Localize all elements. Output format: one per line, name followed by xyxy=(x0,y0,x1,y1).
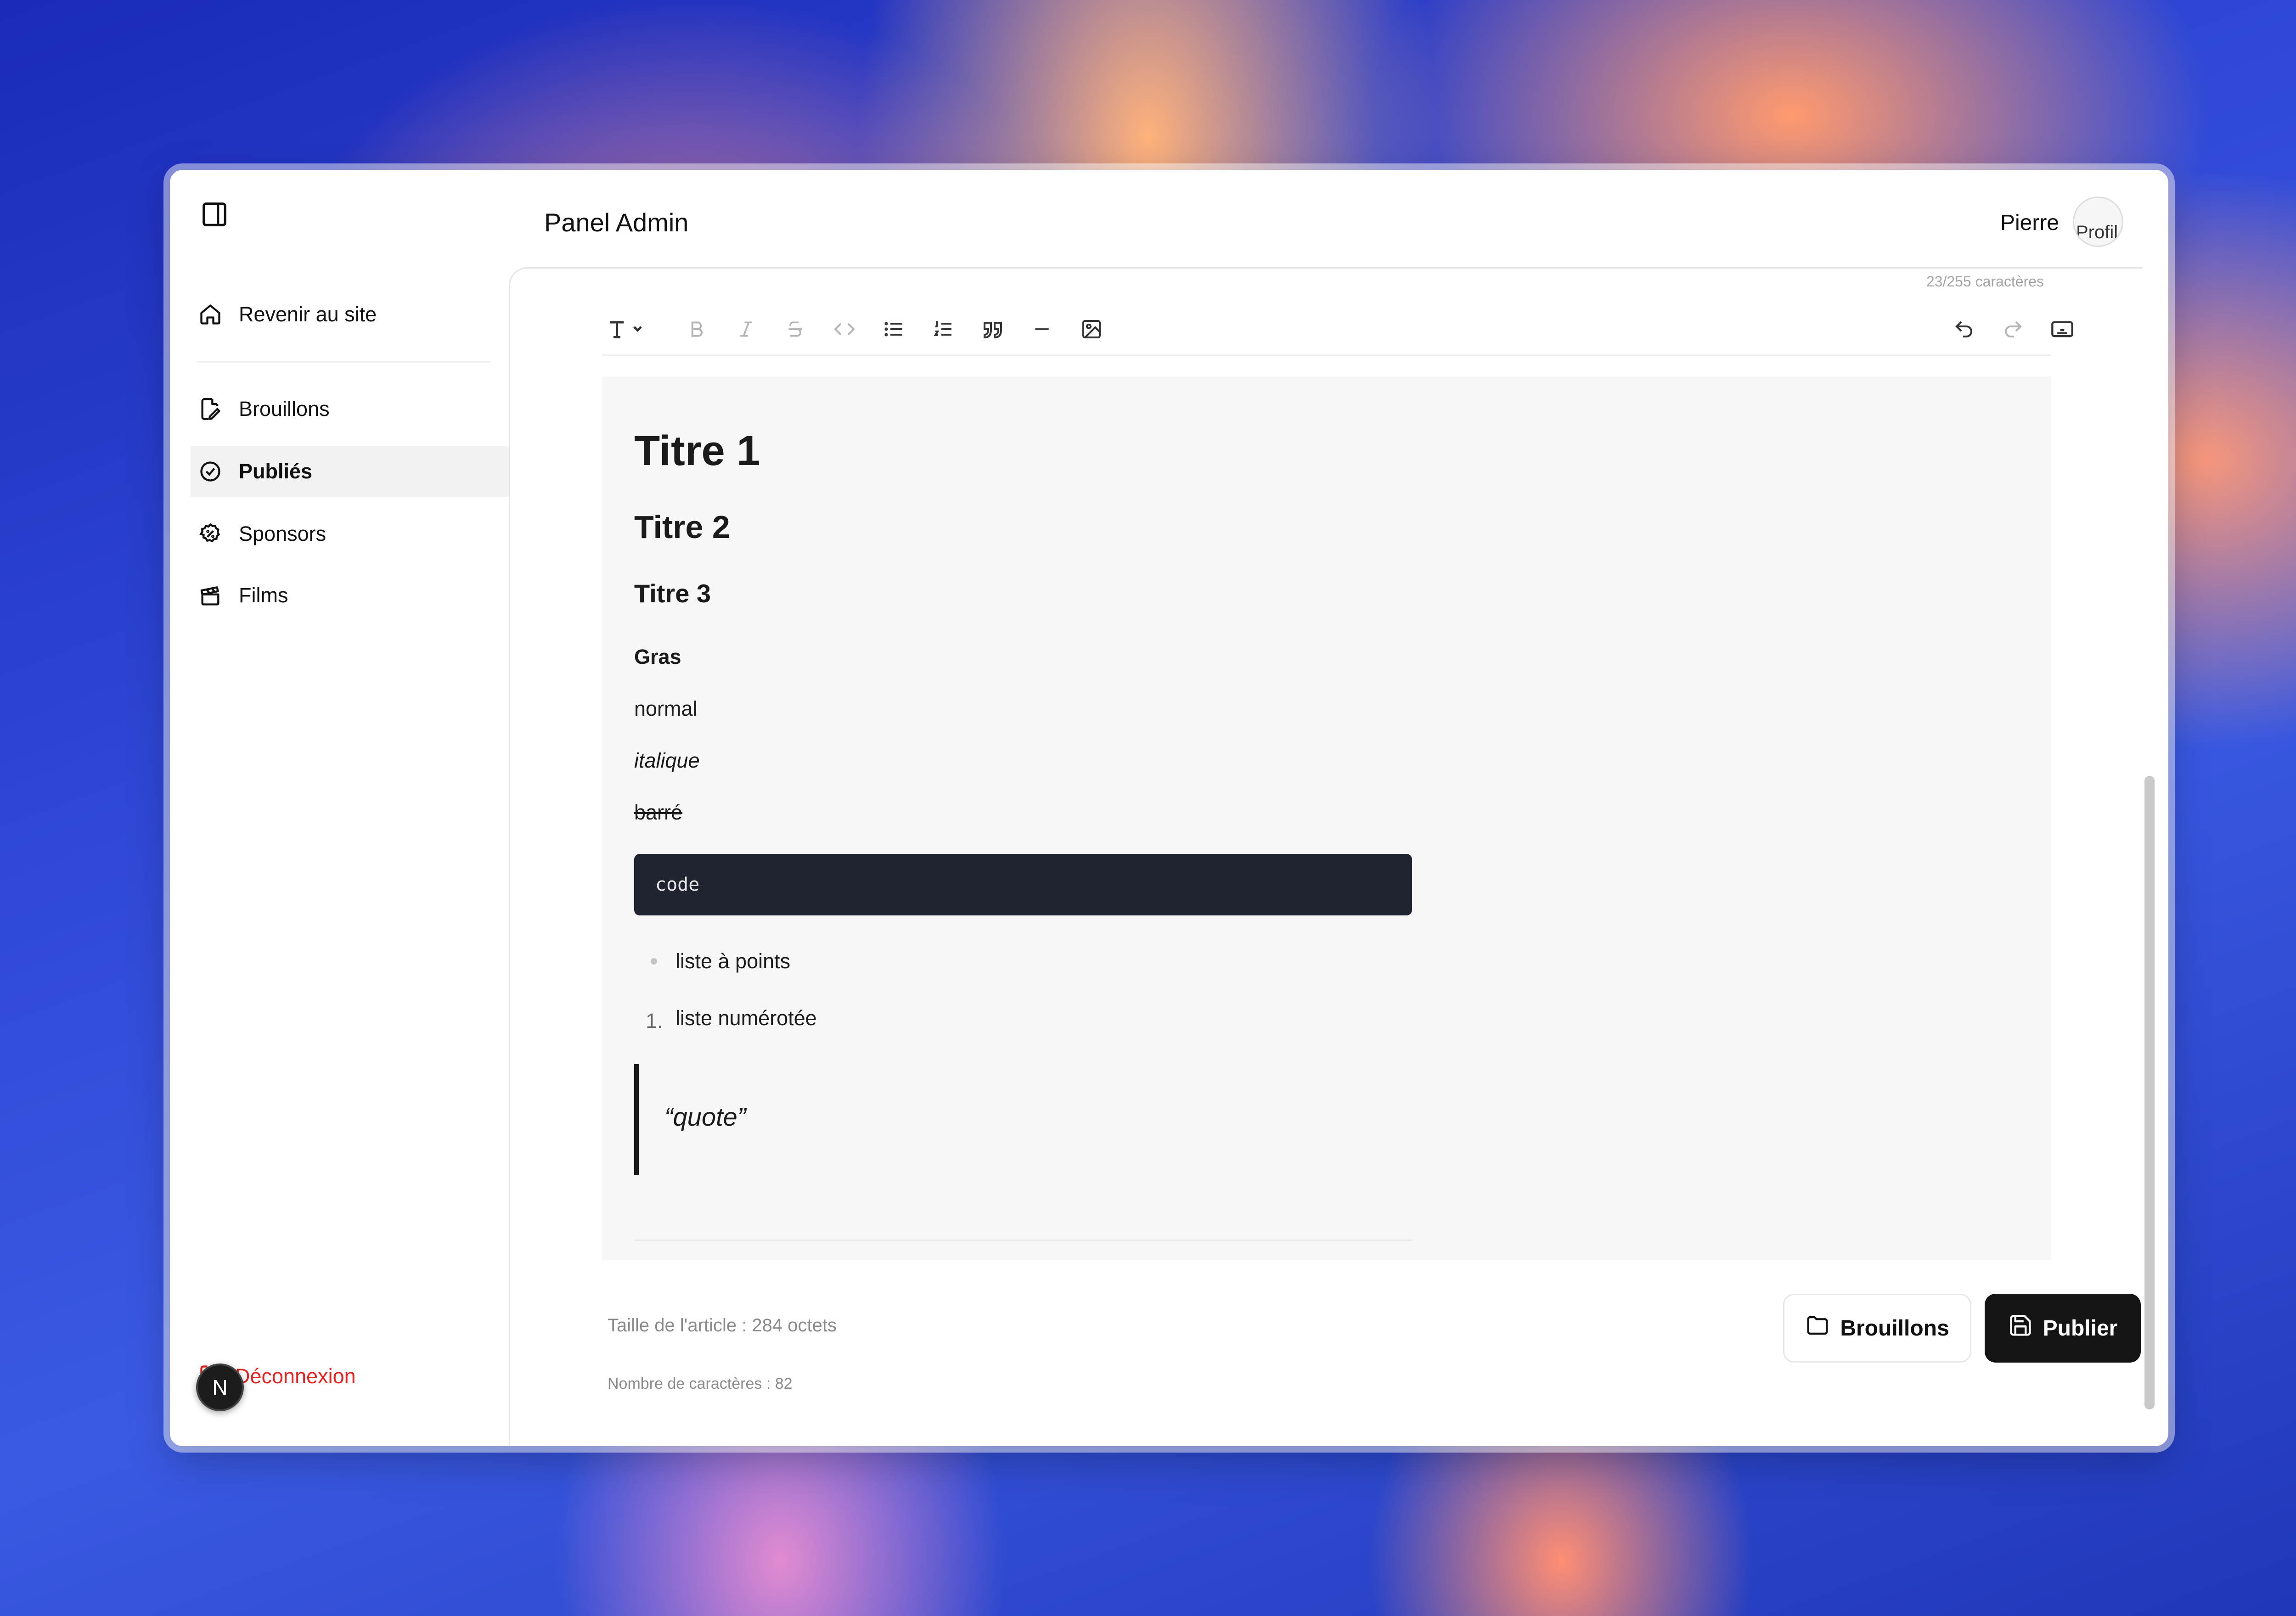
italic-icon[interactable] xyxy=(730,313,763,346)
bold-paragraph: Gras xyxy=(634,645,681,668)
clapperboard-icon xyxy=(197,583,223,608)
strike-paragraph: barré xyxy=(634,801,683,824)
sidebar: Revenir au site Brouillons Publiés Spons… xyxy=(170,170,509,1446)
save-draft-label: Brouillons xyxy=(1840,1316,1949,1341)
redo-icon[interactable] xyxy=(1997,313,2030,346)
blockquote-bar xyxy=(634,1064,639,1175)
home-icon xyxy=(197,302,223,327)
blockquote-icon[interactable] xyxy=(976,313,1009,346)
undo-icon[interactable] xyxy=(1947,313,1981,346)
folder-icon xyxy=(1805,1313,1830,1343)
sidebar-item-label: Publiés xyxy=(239,460,313,483)
publish-label: Publier xyxy=(2043,1316,2118,1341)
ordered-list-icon[interactable] xyxy=(927,313,960,346)
badge-percent-icon xyxy=(197,521,223,547)
bullet-list-icon[interactable] xyxy=(878,313,911,346)
main-panel: 23/255 caractères Titre 1 Titre 2 Titre … xyxy=(509,267,2143,1446)
heading-2: Titre 2 xyxy=(634,509,730,545)
sidebar-item-drafts[interactable]: Brouillons xyxy=(197,384,509,434)
sidebar-divider xyxy=(197,361,490,363)
bold-icon[interactable] xyxy=(680,313,713,346)
normal-paragraph: normal xyxy=(634,697,698,720)
sidebar-item-sponsors[interactable]: Sponsors xyxy=(197,509,509,559)
app-window: Revenir au site Brouillons Publiés Spons… xyxy=(170,170,2168,1446)
page-title: Panel Admin xyxy=(544,208,689,237)
bullet-list-item: liste à points xyxy=(675,949,791,973)
code-icon[interactable] xyxy=(828,313,861,346)
scrollbar[interactable] xyxy=(2144,776,2155,1409)
sidebar-item-label: Sponsors xyxy=(239,522,326,545)
strikethrough-icon[interactable] xyxy=(779,313,812,346)
character-count: Nombre de caractères : 82 xyxy=(608,1375,793,1392)
horizontal-rule-icon[interactable] xyxy=(1025,313,1058,346)
file-edit-icon xyxy=(197,396,223,422)
ordered-list-item: liste numérotée xyxy=(675,1006,817,1030)
italic-paragraph: italique xyxy=(634,749,700,772)
character-limit: 23/255 caractères xyxy=(1926,273,2044,290)
logout-label: Déconnexion xyxy=(235,1364,356,1388)
sidebar-item-published[interactable]: Publiés xyxy=(191,446,509,497)
editor-content[interactable]: Titre 1 Titre 2 Titre 3 Gras normal ital… xyxy=(602,376,2051,1260)
editor-toolbar xyxy=(602,305,2073,356)
publish-button[interactable]: Publier xyxy=(1985,1294,2141,1363)
ordered-list-number: 1. xyxy=(646,1009,663,1032)
dev-tools-badge[interactable]: N xyxy=(196,1364,244,1411)
text-style-dropdown[interactable] xyxy=(602,313,653,346)
save-draft-button[interactable]: Brouillons xyxy=(1783,1294,1971,1363)
horizontal-rule xyxy=(634,1240,1412,1241)
avatar[interactable]: Profil xyxy=(2073,196,2123,247)
blockquote-text: “quote” xyxy=(664,1102,746,1131)
save-icon xyxy=(2008,1313,2033,1343)
sidebar-item-label: Films xyxy=(239,584,288,607)
image-icon[interactable] xyxy=(1075,313,1108,346)
sidebar-item-back-to-site[interactable]: Revenir au site xyxy=(197,289,509,340)
sidebar-item-label: Revenir au site xyxy=(239,303,377,326)
keyboard-icon[interactable] xyxy=(2046,313,2079,346)
heading-3: Titre 3 xyxy=(634,579,711,608)
sidebar-item-label: Brouillons xyxy=(239,397,330,421)
code-block: code xyxy=(634,854,1412,915)
sidebar-toggle-icon[interactable] xyxy=(198,198,231,230)
avatar-alt-text: Profil xyxy=(2076,222,2118,242)
code-text: code xyxy=(655,874,700,895)
heading-1: Titre 1 xyxy=(634,427,760,474)
check-circle-icon xyxy=(197,459,223,484)
article-size: Taille de l'article : 284 octets xyxy=(608,1315,837,1335)
user-name: Pierre xyxy=(2000,211,2059,235)
bullet-marker xyxy=(651,958,657,965)
sidebar-item-films[interactable]: Films xyxy=(197,570,509,621)
